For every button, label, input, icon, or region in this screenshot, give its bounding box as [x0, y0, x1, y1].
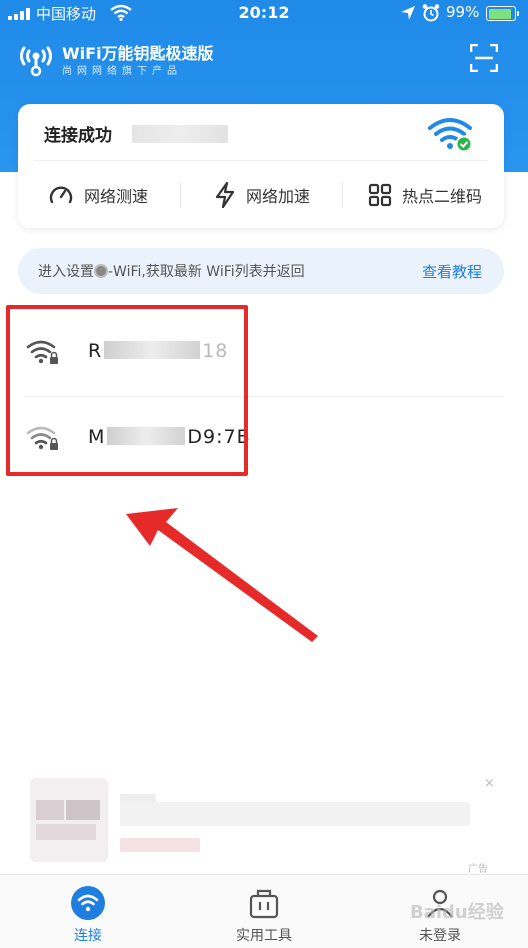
- ad-text-blurred: [120, 802, 470, 826]
- tab-profile-label: 未登录: [419, 928, 461, 944]
- ad-label: 广告: [468, 864, 488, 875]
- ad-tag-blurred: [120, 838, 200, 852]
- ad-thumbnail-blurred[interactable]: [30, 778, 108, 862]
- tab-connect[interactable]: 连接: [0, 875, 176, 948]
- tab-tools-label: 实用工具: [236, 928, 292, 944]
- tab-connect-label: 连接: [74, 928, 102, 944]
- wifi-tab-icon: [71, 886, 105, 920]
- tab-tools[interactable]: 实用工具: [176, 875, 352, 948]
- toolbox-icon: [249, 889, 279, 919]
- watermark: Baidu经验: [410, 902, 504, 923]
- ad-close-button[interactable]: ×: [484, 776, 495, 791]
